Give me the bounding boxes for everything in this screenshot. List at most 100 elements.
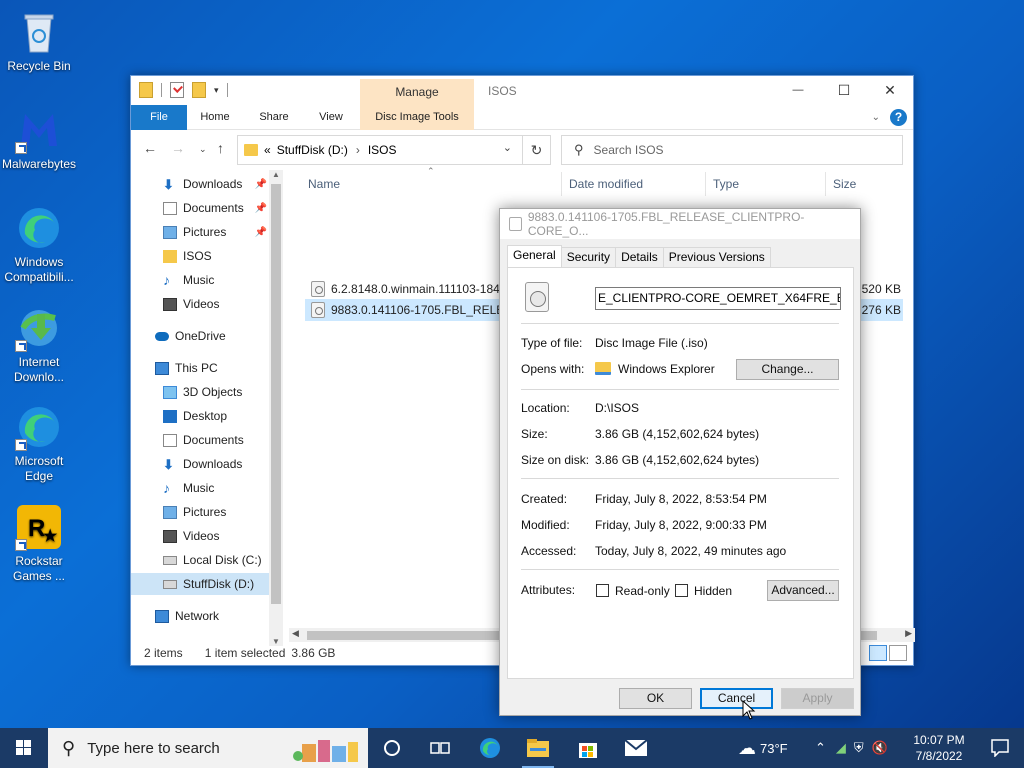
nav-item-isos[interactable]: ISOS [131, 245, 269, 267]
nav-item-downloads-pc[interactable]: ⬇ Downloads [131, 453, 269, 475]
breadcrumb-separator[interactable]: › [356, 143, 360, 157]
minimize-button[interactable]: — [775, 76, 821, 105]
volume-muted-icon[interactable]: 🔇 [872, 740, 888, 756]
recent-locations-icon[interactable]: ⌄ [199, 144, 207, 155]
apply-button[interactable]: Apply [781, 688, 854, 709]
refresh-button[interactable]: ↻ [522, 135, 551, 165]
search-highlight-icon[interactable] [292, 734, 362, 764]
column-header-date[interactable]: Date modified [569, 170, 643, 198]
tab-general[interactable]: General [507, 245, 562, 267]
nav-item-3d-objects[interactable]: 3D Objects [131, 381, 269, 403]
up-arrow-icon[interactable]: ↑ [217, 140, 224, 156]
properties-icon[interactable] [170, 82, 184, 98]
nav-item-music-pc[interactable]: ♪ Music [131, 477, 269, 499]
breadcrumb-drive[interactable]: StuffDisk (D:) [277, 143, 348, 157]
close-button[interactable]: ✕ [867, 76, 913, 105]
nav-item-local-disk-c[interactable]: Local Disk (C:) [131, 549, 269, 571]
security-icon[interactable]: ⛨ [854, 740, 864, 756]
nav-item-this-pc[interactable]: This PC [131, 357, 269, 379]
large-icons-view-icon[interactable] [889, 645, 907, 661]
readonly-checkbox[interactable] [596, 584, 609, 597]
tab-security[interactable]: Security [560, 247, 617, 267]
taskbar-store[interactable] [564, 728, 612, 768]
desktop-icon-recycle-bin[interactable]: Recycle Bin [2, 8, 76, 74]
details-view-icon[interactable] [869, 645, 887, 661]
taskbar-search-box[interactable]: ⚲ Type here to search [48, 728, 368, 768]
column-header-type[interactable]: Type [713, 170, 739, 198]
taskbar-mail[interactable] [612, 728, 660, 768]
nav-item-documents-pc[interactable]: Documents [131, 429, 269, 451]
breadcrumb-folder[interactable]: ISOS [368, 143, 397, 157]
weather-widget[interactable]: ☁ 73°F [738, 728, 788, 768]
address-bar[interactable]: « StuffDisk (D:) › ISOS ⌄ [237, 135, 523, 165]
back-arrow-icon[interactable]: ← [143, 140, 157, 156]
title-bar[interactable]: ▾ Manage ISOS — ☐ ✕ [131, 76, 913, 105]
disc-image-icon [509, 217, 522, 231]
scroll-right-icon[interactable]: ▶ [905, 628, 912, 639]
desktop-icon-rockstar[interactable]: R ★ Rockstar Games ... [2, 503, 76, 584]
desktop-icon-windows-compat[interactable]: Windows Compatibili... [2, 204, 76, 285]
nav-item-onedrive[interactable]: OneDrive [131, 325, 269, 347]
clock[interactable]: 10:07 PM 7/8/2022 [908, 732, 970, 764]
nav-scrollbar[interactable]: ▲ ▼ [269, 170, 283, 646]
breadcrumb-overflow[interactable]: « [264, 143, 271, 157]
pin-icon[interactable]: 📌 [255, 203, 267, 214]
column-header-size[interactable]: Size [833, 170, 856, 198]
tab-view[interactable]: View [311, 105, 351, 130]
tab-previous-versions[interactable]: Previous Versions [662, 247, 771, 267]
tab-file[interactable]: File [131, 105, 187, 130]
hidden-label[interactable]: Hidden [694, 584, 732, 598]
pin-icon[interactable]: 📌 [255, 227, 267, 238]
nav-item-desktop[interactable]: Desktop [131, 405, 269, 427]
nav-item-videos-pc[interactable]: Videos [131, 525, 269, 547]
desktop-icon-malwarebytes[interactable]: Malwarebytes [2, 106, 76, 172]
nav-item-pictures-pc[interactable]: Pictures [131, 501, 269, 523]
network-tray-icon[interactable]: ◢ [836, 740, 846, 756]
new-folder-icon[interactable] [192, 82, 206, 98]
scroll-thumb[interactable] [271, 184, 281, 604]
pictures-icon [163, 225, 177, 239]
scroll-up-icon[interactable]: ▲ [269, 170, 283, 179]
task-view-icon[interactable] [416, 728, 464, 768]
nav-item-videos[interactable]: Videos [131, 293, 269, 315]
tab-manage[interactable]: Manage [360, 79, 474, 105]
filename-field[interactable]: E_CLIENTPRO-CORE_OEMRET_X64FRE_EN-US [595, 287, 841, 310]
change-button[interactable]: Change... [736, 359, 839, 380]
ok-button[interactable]: OK [619, 688, 692, 709]
expand-ribbon-icon[interactable]: ⌄ [872, 112, 880, 123]
desktop-icon-internet-download[interactable]: Internet Downlo... [2, 304, 76, 385]
start-button[interactable] [0, 728, 48, 768]
nav-item-pictures[interactable]: Pictures 📌 [131, 221, 269, 243]
scroll-left-icon[interactable]: ◀ [292, 628, 299, 639]
dialog-title-bar[interactable]: 9883.0.141106-1705.FBL_RELEASE_CLIENTPRO… [500, 209, 860, 239]
maximize-button[interactable]: ☐ [821, 76, 867, 105]
taskbar-file-explorer[interactable] [514, 728, 562, 768]
column-header-name[interactable]: Name [308, 170, 340, 198]
advanced-button[interactable]: Advanced... [767, 580, 839, 601]
taskbar-edge[interactable] [466, 728, 514, 768]
nav-item-documents[interactable]: Documents 📌 [131, 197, 269, 219]
show-hidden-icons-icon[interactable]: ⌃ [815, 740, 826, 756]
tab-details[interactable]: Details [615, 247, 664, 267]
clock-time: 10:07 PM [913, 733, 965, 747]
videos-icon [163, 529, 177, 543]
pin-icon[interactable]: 📌 [255, 179, 267, 190]
tab-home[interactable]: Home [193, 105, 237, 130]
nav-item-music[interactable]: ♪ Music [131, 269, 269, 291]
nav-item-network[interactable]: Network [131, 605, 269, 627]
search-box[interactable]: ⚲ Search ISOS [561, 135, 903, 165]
nav-item-stuffdisk-d[interactable]: StuffDisk (D:) [131, 573, 269, 595]
desktop-icon-microsoft-edge[interactable]: Microsoft Edge [2, 403, 76, 484]
tab-disc-image-tools[interactable]: Disc Image Tools [360, 105, 474, 130]
readonly-label[interactable]: Read-only [615, 584, 670, 598]
notifications-button[interactable] [976, 728, 1024, 768]
hidden-checkbox[interactable] [675, 584, 688, 597]
tab-share[interactable]: Share [251, 105, 297, 130]
address-dropdown-icon[interactable]: ⌄ [503, 141, 512, 154]
customize-qat-icon[interactable]: ▾ [214, 85, 219, 96]
cancel-button[interactable]: Cancel [700, 688, 773, 709]
help-icon[interactable]: ? [890, 109, 907, 126]
forward-arrow-icon[interactable]: → [171, 140, 185, 156]
nav-item-downloads[interactable]: ⬇ Downloads 📌 [131, 173, 269, 195]
task-view-button[interactable] [368, 728, 416, 768]
